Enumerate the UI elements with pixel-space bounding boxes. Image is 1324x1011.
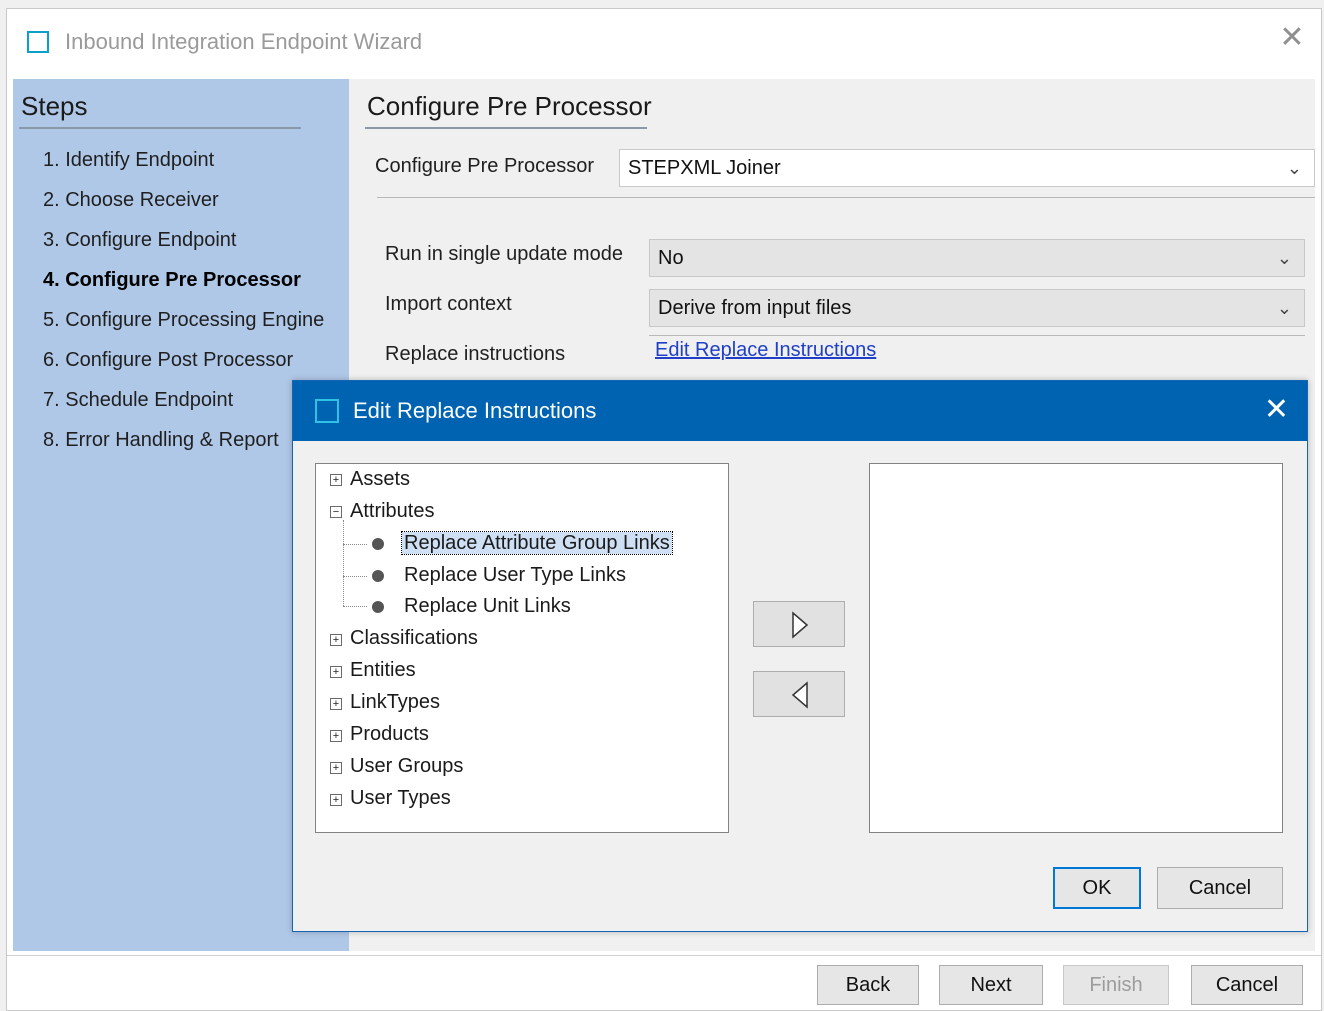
wizard-close-icon[interactable]: ✕ bbox=[1277, 23, 1307, 53]
arrow-left-icon bbox=[791, 681, 808, 709]
chevron-down-icon: ⌄ bbox=[1276, 248, 1292, 268]
import-context-label: Import context bbox=[385, 293, 512, 315]
tree-connector bbox=[343, 576, 367, 577]
tree-node-attributes[interactable]: Attributes bbox=[350, 500, 434, 523]
cancel-button[interactable]: Cancel bbox=[1191, 965, 1303, 1005]
expand-icon[interactable]: + bbox=[330, 762, 342, 774]
leaf-bullet-icon bbox=[372, 538, 384, 550]
import-context-select[interactable]: Derive from input files ⌄ bbox=[649, 289, 1305, 327]
single-update-select[interactable]: No ⌄ bbox=[649, 239, 1305, 277]
import-context-value: Derive from input files bbox=[658, 297, 852, 319]
steps-title: Steps bbox=[21, 91, 88, 121]
steps-underline bbox=[19, 127, 301, 129]
expand-icon[interactable]: + bbox=[330, 634, 342, 646]
tree-node-products[interactable]: Products bbox=[350, 723, 429, 746]
leaf-bullet-icon bbox=[372, 601, 384, 613]
tree-connector bbox=[343, 606, 367, 607]
wizard-title: Inbound Integration Endpoint Wizard bbox=[65, 29, 423, 54]
tree-node-replace-unit-links[interactable]: Replace Unit Links bbox=[404, 595, 571, 618]
divider bbox=[377, 197, 1315, 198]
pre-processor-select[interactable]: STEPXML Joiner ⌄ bbox=[619, 149, 1315, 187]
dialog-cancel-button[interactable]: Cancel bbox=[1157, 867, 1283, 909]
step-5: 5. Configure Processing Engine bbox=[43, 309, 325, 331]
dialog-title: Edit Replace Instructions bbox=[353, 398, 597, 423]
dialog-titlebar: Edit Replace Instructions ✕ bbox=[293, 381, 1307, 441]
add-instruction-button[interactable] bbox=[753, 601, 845, 647]
step-3: 3. Configure Endpoint bbox=[43, 229, 237, 251]
tree-node-linktypes[interactable]: LinkTypes bbox=[350, 691, 440, 714]
expand-icon[interactable]: + bbox=[330, 794, 342, 806]
expand-icon[interactable]: + bbox=[330, 698, 342, 710]
replace-instructions-label: Replace instructions bbox=[385, 343, 566, 365]
tree-node-assets[interactable]: Assets bbox=[350, 468, 410, 491]
dialog-close-icon[interactable]: ✕ bbox=[1264, 393, 1289, 427]
step-8: 8. Error Handling & Report bbox=[43, 429, 279, 451]
edit-replace-instructions-link[interactable]: Edit Replace Instructions bbox=[655, 339, 876, 362]
step-4-active: 4. Configure Pre Processor bbox=[43, 269, 301, 291]
edit-replace-instructions-dialog: Edit Replace Instructions ✕ + Assets − A… bbox=[292, 380, 1308, 932]
tree-node-user-types[interactable]: User Types bbox=[350, 787, 451, 810]
next-button[interactable]: Next bbox=[939, 965, 1043, 1005]
single-update-label: Run in single update mode bbox=[385, 243, 623, 265]
single-update-value: No bbox=[658, 247, 684, 269]
ok-button[interactable]: OK bbox=[1053, 867, 1141, 909]
wizard-titlebar: Inbound Integration Endpoint Wizard ✕ bbox=[7, 9, 1321, 73]
back-button[interactable]: Back bbox=[817, 965, 919, 1005]
step-6: 6. Configure Post Processor bbox=[43, 349, 294, 371]
chevron-down-icon: ⌄ bbox=[1286, 158, 1302, 178]
step-7: 7. Schedule Endpoint bbox=[43, 389, 234, 411]
tree-node-replace-user-type-links[interactable]: Replace User Type Links bbox=[404, 564, 626, 587]
finish-button[interactable]: Finish bbox=[1063, 965, 1169, 1005]
content-underline bbox=[365, 127, 647, 129]
tree-node-classifications[interactable]: Classifications bbox=[350, 627, 478, 650]
app-window-icon bbox=[27, 31, 49, 53]
tree-node-user-groups[interactable]: User Groups bbox=[350, 755, 463, 778]
pre-processor-label: Configure Pre Processor bbox=[375, 155, 594, 177]
tree-connector bbox=[343, 544, 367, 545]
footer-divider bbox=[7, 955, 1321, 956]
expand-icon[interactable]: + bbox=[330, 474, 342, 486]
tree-connector bbox=[343, 520, 344, 606]
pre-processor-value: STEPXML Joiner bbox=[628, 157, 781, 179]
expand-icon[interactable]: + bbox=[330, 730, 342, 742]
instruction-tree[interactable]: + Assets − Attributes Replace Attribute … bbox=[315, 463, 729, 833]
arrow-right-icon bbox=[792, 611, 809, 639]
content-title: Configure Pre Processor bbox=[367, 91, 652, 121]
step-2: 2. Choose Receiver bbox=[43, 189, 219, 211]
divider bbox=[649, 335, 1305, 336]
dialog-window-icon bbox=[315, 399, 339, 423]
leaf-bullet-icon bbox=[372, 570, 384, 582]
selected-node-label: Replace Attribute Group Links bbox=[401, 531, 673, 555]
collapse-icon[interactable]: − bbox=[330, 506, 342, 518]
tree-node-replace-attribute-group-links[interactable]: Replace Attribute Group Links bbox=[401, 531, 673, 555]
remove-instruction-button[interactable] bbox=[753, 671, 845, 717]
step-1: 1. Identify Endpoint bbox=[43, 149, 215, 171]
selected-instructions-list[interactable] bbox=[869, 463, 1283, 833]
chevron-down-icon: ⌄ bbox=[1276, 298, 1292, 318]
expand-icon[interactable]: + bbox=[330, 666, 342, 678]
tree-node-entities[interactable]: Entities bbox=[350, 659, 416, 682]
